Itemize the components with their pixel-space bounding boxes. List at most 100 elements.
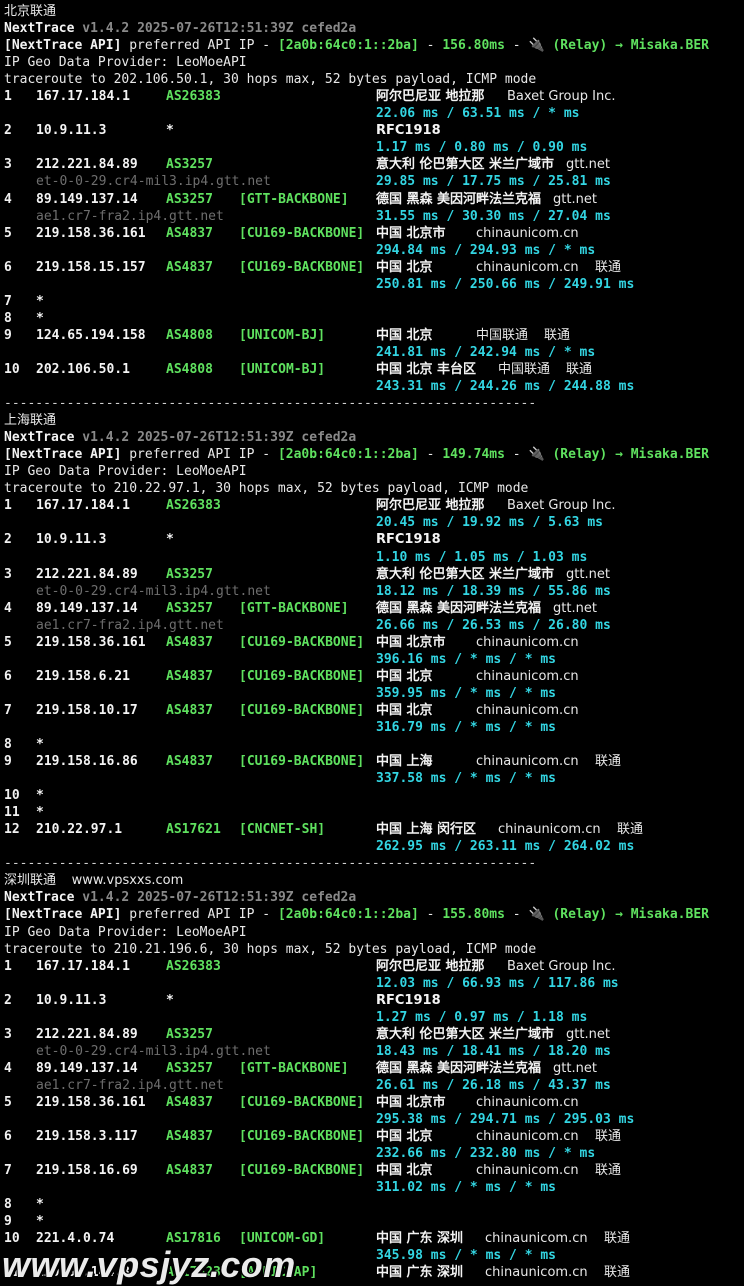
hop-number: 7: [4, 702, 12, 718]
hop-number: 1: [4, 498, 12, 514]
hop-rtt: 359.95 ms / * ms / * ms: [376, 685, 557, 701]
tool-name: NextTrace: [4, 890, 75, 906]
traceroute-command: traceroute to 202.106.50.1, 30 hops max,…: [4, 72, 537, 88]
hop-rtt: 311.02 ms / * ms / * ms: [376, 1180, 557, 1196]
hop-geo: RFC1918: [376, 992, 441, 1008]
hop-carrier: 联通: [604, 1231, 631, 1247]
hop-detail-row: ae1.cr7-fra2.ip4.gtt.net 31.55 ms / 30.30…: [4, 208, 744, 225]
hop-tag: [CU169-BACKBONE]: [239, 668, 365, 684]
hop-asn: AS3257: [166, 1026, 213, 1042]
hop-ip: *: [36, 293, 44, 309]
hop-ip: 89.149.137.14: [36, 1060, 138, 1076]
plug-icon: 🔌: [528, 447, 545, 463]
hop-isp: 中国联通: [498, 361, 551, 377]
hop-rtt: 26.61 ms / 26.18 ms / 43.37 ms: [376, 1077, 611, 1093]
hop-asn: AS3257: [166, 600, 213, 616]
hop-isp: 中国联通: [476, 327, 529, 343]
hop-geo: 德国 黑森 美因河畔法兰克福: [376, 600, 542, 616]
section-title: 上海联通: [4, 412, 744, 429]
traceroute-command: traceroute to 210.22.97.1, 30 hops max, …: [4, 481, 529, 497]
hop-ip: 219.158.3.117: [36, 1129, 138, 1145]
hop-ip: 89.149.137.14: [36, 600, 138, 616]
hop-number: 3: [4, 566, 12, 582]
hop-isp: chinaunicom.cn: [498, 822, 601, 838]
hop-geo: RFC1918: [376, 123, 441, 139]
api-latency: 155.80ms: [442, 907, 505, 923]
api-pref: preferred API IP -: [121, 907, 278, 923]
hop-asn: AS4837: [166, 754, 213, 770]
hop-geo: 中国 北京市: [376, 225, 446, 241]
hop-row: 10 202.106.50.1 AS4808 [UNICOM-BJ] 中国 北京 丰台区…: [4, 361, 744, 378]
api-ip: [2a0b:64c0:1::2ba]: [277, 38, 419, 54]
hop-rtt: 345.98 ms / * ms / * ms: [376, 1248, 557, 1264]
hop-isp: gtt.net: [553, 600, 597, 616]
hop-row: 9 219.158.16.86 AS4837 [CU169-BACKBONE] 中国 上…: [4, 753, 744, 770]
hop-detail-row: 20.45 ms / 19.92 ms / 5.63 ms: [4, 514, 744, 531]
hop-number: 6: [4, 668, 12, 684]
geo-provider: IP Geo Data Provider: LeoMoeAPI: [4, 924, 247, 940]
hop-ip: 124.65.194.158: [36, 327, 146, 343]
hop-geo: 中国 北京市: [376, 1095, 446, 1110]
geo-provider-line: IP Geo Data Provider: LeoMoeAPI: [4, 924, 744, 941]
hop-number: 11: [4, 805, 20, 821]
hop-carrier: 联通: [595, 1129, 622, 1145]
hop-ip: 167.17.184.1: [36, 89, 130, 105]
tool-version: v1.4.2 2025-07-26T12:51:39Z cefed2a: [82, 21, 357, 37]
dash: -: [504, 447, 529, 463]
hop-rtt: 243.31 ms / 244.26 ms / 244.88 ms: [376, 379, 635, 395]
hop-row: 7 *: [4, 293, 744, 310]
hop-detail-row: 295.38 ms / 294.71 ms / 295.03 ms: [4, 1111, 744, 1128]
section-title-text: 深圳联通: [4, 873, 57, 889]
hop-isp: Baxet Group Inc.: [507, 958, 616, 974]
hop-asn: AS4837: [166, 702, 213, 718]
api-ip: [2a0b:64c0:1::2ba]: [277, 447, 419, 463]
hop-ip: 219.158.10.17: [36, 702, 138, 718]
hop-number: 10: [4, 361, 20, 377]
hop-hostname: ae1.cr7-fra2.ip4.gtt.net: [36, 1077, 224, 1093]
traceroute-line: traceroute to 210.22.97.1, 30 hops max, …: [4, 480, 744, 497]
hop-geo: 中国 北京: [376, 1163, 433, 1179]
hop-asn: *: [166, 123, 174, 139]
dash: -: [504, 38, 529, 54]
hop-ip: 219.158.36.161: [36, 634, 146, 650]
hop-tag: [CU169-BACKBONE]: [239, 1095, 365, 1110]
hop-number: 3: [4, 157, 12, 173]
hop-number: 2: [4, 992, 12, 1008]
hop-isp: gtt.net: [553, 191, 597, 207]
section-title-text: 北京联通: [4, 4, 57, 19]
hop-ip: 212.221.84.89: [36, 157, 138, 173]
hop-asn: AS3257: [166, 566, 213, 582]
hop-number: 1: [4, 89, 12, 105]
separator-line: ----------------------------------------…: [4, 395, 744, 412]
hop-ip: 219.158.16.69: [36, 1163, 138, 1179]
hop-number: 6: [4, 1129, 12, 1145]
hop-number: 7: [4, 1163, 12, 1179]
hop-ip: 167.17.184.1: [36, 958, 130, 974]
hop-rtt: 20.45 ms / 19.92 ms / 5.63 ms: [376, 515, 603, 531]
api-label: [NextTrace API]: [4, 38, 122, 54]
hop-detail-row: 359.95 ms / * ms / * ms: [4, 685, 744, 702]
dash: -: [418, 907, 443, 923]
hop-detail-row: 243.31 ms / 244.26 ms / 244.88 ms: [4, 378, 744, 395]
hop-geo: 中国 北京: [376, 327, 433, 343]
section-subtitle: www.vpsxxs.com: [71, 873, 184, 889]
hop-tag: [CU169-BACKBONE]: [239, 702, 365, 718]
hop-detail-row: 316.79 ms / * ms / * ms: [4, 719, 744, 736]
hop-number: 9: [4, 327, 12, 343]
hop-asn: AS3257: [166, 157, 213, 173]
hop-row: 4 89.149.137.14 AS3257 [GTT-BACKBONE] 德国 黑森 …: [4, 600, 744, 617]
hop-isp: gtt.net: [566, 157, 610, 173]
hop-row: 5 219.158.36.161 AS4837 [CU169-BACKBONE] 中国 …: [4, 1094, 744, 1111]
hop-row: 6 219.158.15.157 AS4837 [CU169-BACKBONE] 中国 …: [4, 259, 744, 276]
hop-asn: AS4837: [166, 1163, 213, 1179]
hop-ip: 219.158.16.86: [36, 754, 138, 770]
hop-asn: AS4808: [166, 327, 213, 343]
hop-tag: [CU169-BACKBONE]: [239, 225, 365, 241]
hop-row: 7 219.158.10.17 AS4837 [CU169-BACKBONE] 中国 北…: [4, 702, 744, 719]
hop-ip: *: [36, 788, 44, 804]
hop-rtt: 1.27 ms / 0.97 ms / 1.18 ms: [376, 1009, 588, 1025]
hop-row: 9 *: [4, 1213, 744, 1230]
hop-detail-row: ae1.cr7-fra2.ip4.gtt.net 26.66 ms / 26.53…: [4, 617, 744, 634]
hop-rtt: 396.16 ms / * ms / * ms: [376, 651, 557, 667]
section-title: 北京联通: [4, 3, 744, 20]
